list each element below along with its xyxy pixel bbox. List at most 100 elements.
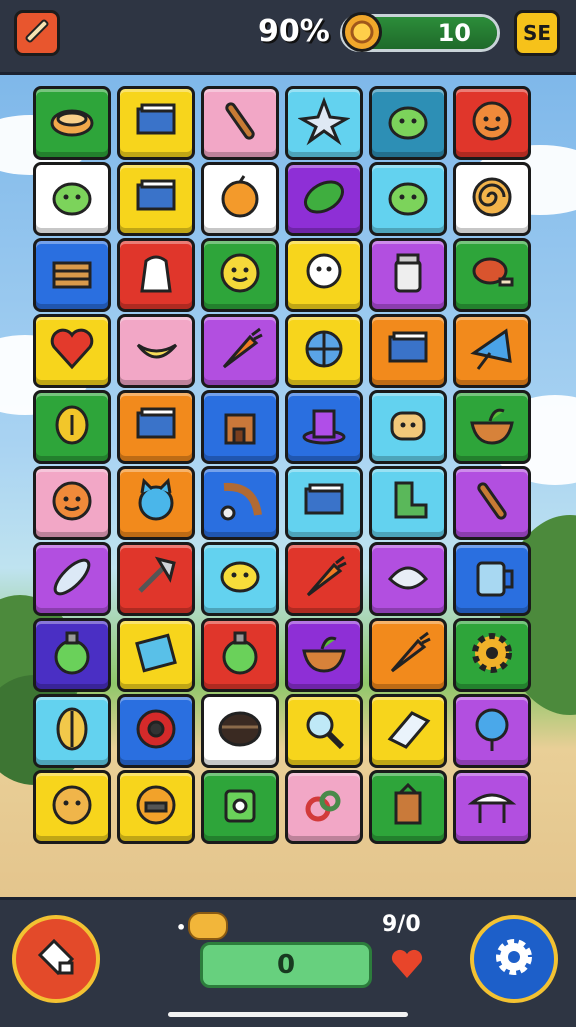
tile[interactable] [201, 542, 279, 616]
meat-icon [466, 247, 518, 303]
slime-icon [46, 171, 98, 227]
tile[interactable] [285, 314, 363, 388]
cloth-icon [130, 247, 182, 303]
tile[interactable] [201, 238, 279, 312]
coin-icon [46, 399, 98, 455]
tile[interactable] [201, 618, 279, 692]
carrot-icon [214, 323, 266, 379]
tile[interactable] [369, 618, 447, 692]
helmet-icon [130, 779, 182, 835]
tile[interactable] [117, 618, 195, 692]
tile[interactable] [33, 238, 111, 312]
tile[interactable] [369, 466, 447, 540]
tile[interactable] [369, 542, 447, 616]
book-icon [130, 399, 182, 455]
bowl-icon [298, 627, 350, 683]
tile[interactable] [33, 694, 111, 768]
tile[interactable] [201, 390, 279, 464]
tile[interactable] [201, 314, 279, 388]
tile[interactable] [33, 542, 111, 616]
tile[interactable] [285, 390, 363, 464]
tile[interactable] [285, 694, 363, 768]
tile[interactable] [453, 770, 531, 844]
tile[interactable] [369, 314, 447, 388]
tile[interactable] [369, 86, 447, 160]
axe-icon [130, 551, 182, 607]
tile[interactable] [285, 542, 363, 616]
tool-button[interactable] [14, 10, 60, 56]
tile[interactable] [453, 86, 531, 160]
tile[interactable] [117, 86, 195, 160]
ball-icon [130, 703, 182, 759]
tile[interactable] [33, 618, 111, 692]
se-button[interactable]: SE [514, 10, 560, 56]
pot-icon [214, 703, 266, 759]
tile[interactable] [369, 162, 447, 236]
tile[interactable] [453, 238, 531, 312]
tile[interactable] [117, 390, 195, 464]
tile[interactable] [285, 466, 363, 540]
mug-icon [466, 551, 518, 607]
book-icon [298, 475, 350, 531]
tile[interactable] [453, 542, 531, 616]
tile[interactable] [117, 542, 195, 616]
tile[interactable] [117, 694, 195, 768]
tile[interactable] [285, 770, 363, 844]
cheese-icon [214, 551, 266, 607]
tile[interactable] [117, 770, 195, 844]
tile[interactable] [117, 162, 195, 236]
settings-button[interactable] [470, 915, 558, 1003]
gear-icon [466, 627, 518, 683]
book-icon [382, 323, 434, 379]
tag-icon [32, 933, 80, 985]
tile[interactable] [117, 466, 195, 540]
tile[interactable] [453, 694, 531, 768]
tile[interactable] [369, 694, 447, 768]
tile[interactable] [117, 238, 195, 312]
bread-icon [382, 399, 434, 455]
tile[interactable] [453, 466, 531, 540]
tile[interactable] [285, 162, 363, 236]
bowl-icon [466, 399, 518, 455]
tile[interactable] [201, 466, 279, 540]
tile[interactable] [33, 390, 111, 464]
magnifier-icon [298, 703, 350, 759]
leaf-icon [298, 171, 350, 227]
slime-icon [382, 171, 434, 227]
tile[interactable] [453, 162, 531, 236]
boot-icon [382, 475, 434, 531]
tile[interactable] [453, 314, 531, 388]
potion-icon [214, 627, 266, 683]
home-indicator [168, 1012, 408, 1017]
umbrella-icon [466, 323, 518, 379]
tile[interactable] [285, 238, 363, 312]
tile[interactable] [201, 770, 279, 844]
progress-value: 10 [437, 19, 471, 47]
tile[interactable] [201, 694, 279, 768]
castle-icon [214, 399, 266, 455]
tile[interactable] [33, 162, 111, 236]
table-icon [466, 779, 518, 835]
tile[interactable] [369, 390, 447, 464]
tile[interactable] [201, 162, 279, 236]
tile[interactable] [453, 618, 531, 692]
tile[interactable] [33, 314, 111, 388]
seed-icon [46, 703, 98, 759]
tile[interactable] [33, 770, 111, 844]
cookie-icon [188, 912, 228, 940]
tile[interactable] [453, 390, 531, 464]
tile[interactable] [285, 86, 363, 160]
tile[interactable] [369, 770, 447, 844]
gear-icon [489, 932, 539, 986]
hint-button[interactable] [12, 915, 100, 1003]
crate-icon [46, 247, 98, 303]
tile[interactable] [201, 86, 279, 160]
tile[interactable] [33, 466, 111, 540]
tile[interactable] [369, 238, 447, 312]
tile[interactable] [285, 618, 363, 692]
tile[interactable] [33, 86, 111, 160]
roll-icon [466, 171, 518, 227]
star-icon [297, 95, 351, 151]
monster-icon [46, 475, 98, 531]
tile[interactable] [117, 314, 195, 388]
